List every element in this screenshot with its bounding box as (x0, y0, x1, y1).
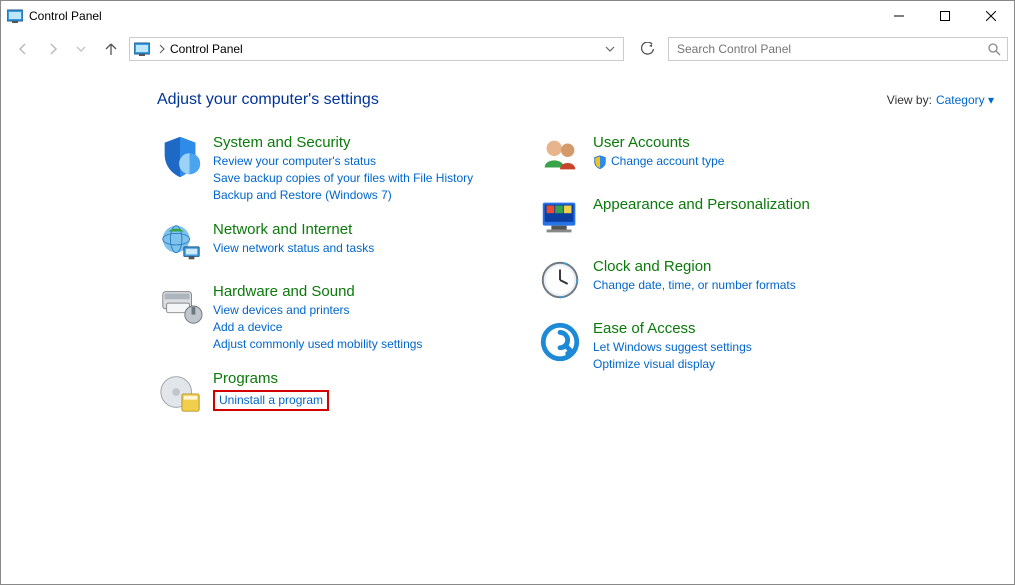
appearance-icon (537, 195, 583, 241)
link-network-status[interactable]: View network status and tasks (213, 240, 374, 257)
page-heading: Adjust your computer's settings (157, 91, 379, 109)
chevron-down-icon[interactable] (601, 45, 619, 53)
window-title: Control Panel (29, 9, 102, 23)
maximize-button[interactable] (922, 1, 968, 31)
category-user-accounts[interactable]: User Accounts (593, 133, 724, 153)
category-system-security[interactable]: System and Security (213, 133, 473, 153)
programs-icon (157, 369, 203, 415)
hardware-icon (157, 282, 203, 328)
minimize-button[interactable] (876, 1, 922, 31)
toolbar: Control Panel (1, 31, 1014, 67)
chevron-right-icon[interactable] (154, 44, 170, 54)
control-panel-icon (7, 8, 23, 24)
search-input[interactable] (675, 41, 987, 57)
link-review-status[interactable]: Review your computer's status (213, 153, 473, 170)
search-icon[interactable] (987, 42, 1001, 56)
search-box[interactable] (668, 37, 1008, 61)
category-hardware[interactable]: Hardware and Sound (213, 282, 422, 302)
viewby-dropdown[interactable]: Category ▾ (936, 93, 994, 107)
system-security-icon (157, 133, 203, 179)
forward-button[interactable] (41, 37, 65, 61)
link-uninstall-program[interactable]: Uninstall a program (213, 390, 329, 411)
link-add-device[interactable]: Add a device (213, 319, 422, 336)
category-programs[interactable]: Programs (213, 369, 329, 389)
up-button[interactable] (99, 37, 123, 61)
category-ease-of-access[interactable]: Ease of Access (593, 319, 752, 339)
link-file-history[interactable]: Save backup copies of your files with Fi… (213, 170, 473, 187)
category-network[interactable]: Network and Internet (213, 220, 374, 240)
link-mobility-settings[interactable]: Adjust commonly used mobility settings (213, 336, 422, 353)
link-date-formats[interactable]: Change date, time, or number formats (593, 277, 796, 294)
category-appearance[interactable]: Appearance and Personalization (593, 195, 810, 215)
shield-icon (593, 155, 607, 169)
address-bar[interactable]: Control Panel (129, 37, 624, 61)
ease-of-access-icon (537, 319, 583, 365)
link-optimize-display[interactable]: Optimize visual display (593, 356, 752, 373)
back-button[interactable] (11, 37, 35, 61)
link-backup-restore[interactable]: Backup and Restore (Windows 7) (213, 187, 473, 204)
breadcrumb-item[interactable]: Control Panel (170, 42, 243, 56)
clock-icon (537, 257, 583, 303)
category-clock-region[interactable]: Clock and Region (593, 257, 796, 277)
close-button[interactable] (968, 1, 1014, 31)
user-accounts-icon (537, 133, 583, 179)
link-suggest-settings[interactable]: Let Windows suggest settings (593, 339, 752, 356)
link-change-account-type[interactable]: Change account type (611, 153, 724, 170)
viewby-label: View by: (887, 93, 932, 107)
refresh-button[interactable] (634, 37, 662, 61)
link-view-devices[interactable]: View devices and printers (213, 302, 422, 319)
recent-locations-button[interactable] (69, 37, 93, 61)
control-panel-icon (134, 41, 150, 57)
network-icon (157, 220, 203, 266)
titlebar: Control Panel (1, 1, 1014, 31)
